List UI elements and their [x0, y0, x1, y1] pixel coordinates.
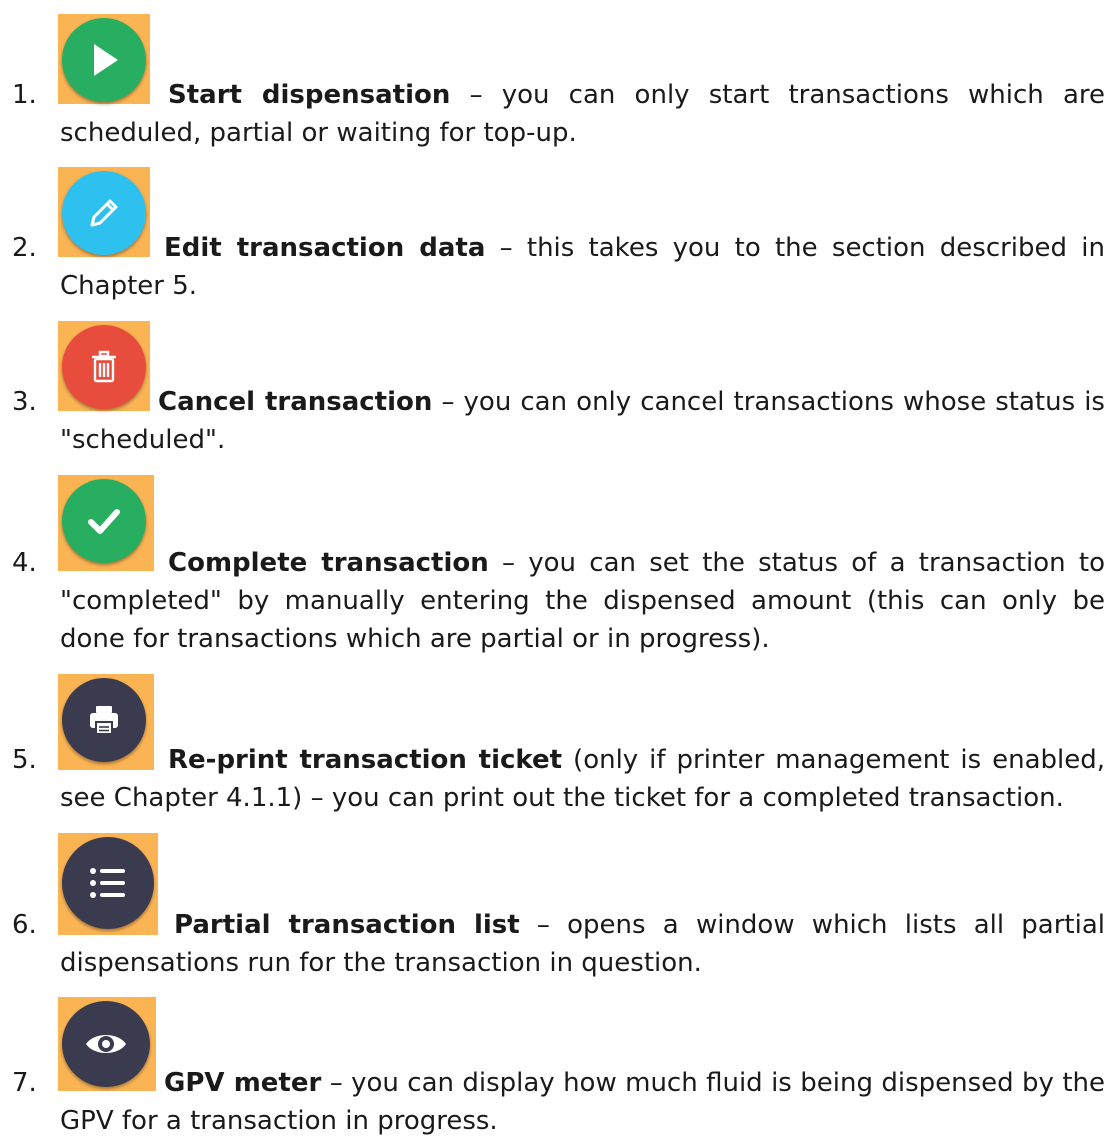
- item-first-line: Edit transaction data – this takes you t…: [164, 229, 1105, 267]
- play-button-icon: [62, 18, 146, 102]
- pencil-icon: [90, 199, 118, 227]
- trash-icon: [92, 350, 116, 383]
- item-title: Start dispensation: [168, 80, 451, 110]
- printer-icon: [90, 706, 118, 735]
- item-desc-rest: scheduled, partial or waiting for top-up…: [60, 118, 577, 148]
- item-title: Cancel transaction: [158, 387, 433, 417]
- item-desc-rest: GPV for a transaction in progress.: [60, 1106, 498, 1136]
- item-title: GPV meter: [164, 1068, 322, 1098]
- item-desc-rest: "scheduled".: [60, 425, 226, 455]
- item-desc-first: – you can display how much fluid is bein…: [321, 1068, 1105, 1098]
- icon-frame: [58, 14, 150, 104]
- item-first-line: GPV meter – you can display how much flu…: [164, 1064, 1105, 1102]
- item-desc-first: – this takes you to the section describe…: [485, 233, 1105, 263]
- list-icon: [90, 868, 125, 898]
- item-desc-first: – you can only start transactions which …: [450, 80, 1105, 110]
- item-number: 2.: [12, 233, 37, 263]
- icon-frame: [58, 674, 154, 770]
- item-number: 3.: [12, 387, 37, 417]
- item-first-line: Re-print transaction ticket (only if pri…: [168, 741, 1105, 779]
- icon-frame: [58, 167, 150, 257]
- item-number: 4.: [12, 548, 37, 578]
- item-desc-rest: Chapter 5.: [60, 271, 198, 301]
- eye-icon: [86, 1035, 126, 1053]
- item-desc-rest: see Chapter 4.1.1) – you can print out t…: [60, 783, 1064, 813]
- item-title: Edit transaction data: [164, 233, 486, 263]
- list-button-icon: [62, 837, 154, 929]
- edit-button-icon: [62, 171, 146, 255]
- complete-button-icon: [62, 479, 146, 563]
- meter-button-icon: [62, 1001, 150, 1087]
- item-number: 5.: [12, 745, 37, 775]
- item-first-line: Cancel transaction – you can only cancel…: [158, 383, 1105, 421]
- item-desc-first: – opens a window which lists all partial: [519, 910, 1105, 940]
- print-button-icon: [62, 678, 146, 762]
- icon-frame: [58, 833, 158, 935]
- item-title: Complete transaction: [168, 548, 489, 578]
- item-first-line: Complete transaction – you can set the s…: [168, 544, 1105, 582]
- item-title: Partial transaction list: [174, 910, 520, 940]
- icon-frame: [58, 997, 156, 1091]
- item-desc-rest: "completed" by manually entering the dis…: [60, 586, 1105, 654]
- play-icon: [94, 44, 118, 76]
- item-first-line: Start dispensation – you can only start …: [168, 76, 1105, 114]
- check-icon: [88, 509, 120, 534]
- item-first-line: Partial transaction list – opens a windo…: [174, 906, 1105, 944]
- item-title: Re-print transaction ticket: [168, 745, 563, 775]
- item-desc-first: (only if printer management is enabled,: [562, 745, 1105, 775]
- item-number: 6.: [12, 910, 37, 940]
- document: 1. Start dispensation – you can only sta…: [0, 0, 1113, 1136]
- icon-frame: [58, 321, 150, 411]
- item-number: 7.: [12, 1068, 37, 1098]
- cancel-button-icon: [62, 325, 146, 409]
- icon-frame: [58, 475, 154, 571]
- item-desc-first: – you can only cancel transactions whose…: [432, 387, 1105, 417]
- item-desc-first: – you can set the status of a transactio…: [488, 548, 1105, 578]
- item-desc-rest: dispensations run for the transaction in…: [60, 948, 702, 978]
- item-number: 1.: [12, 80, 37, 110]
